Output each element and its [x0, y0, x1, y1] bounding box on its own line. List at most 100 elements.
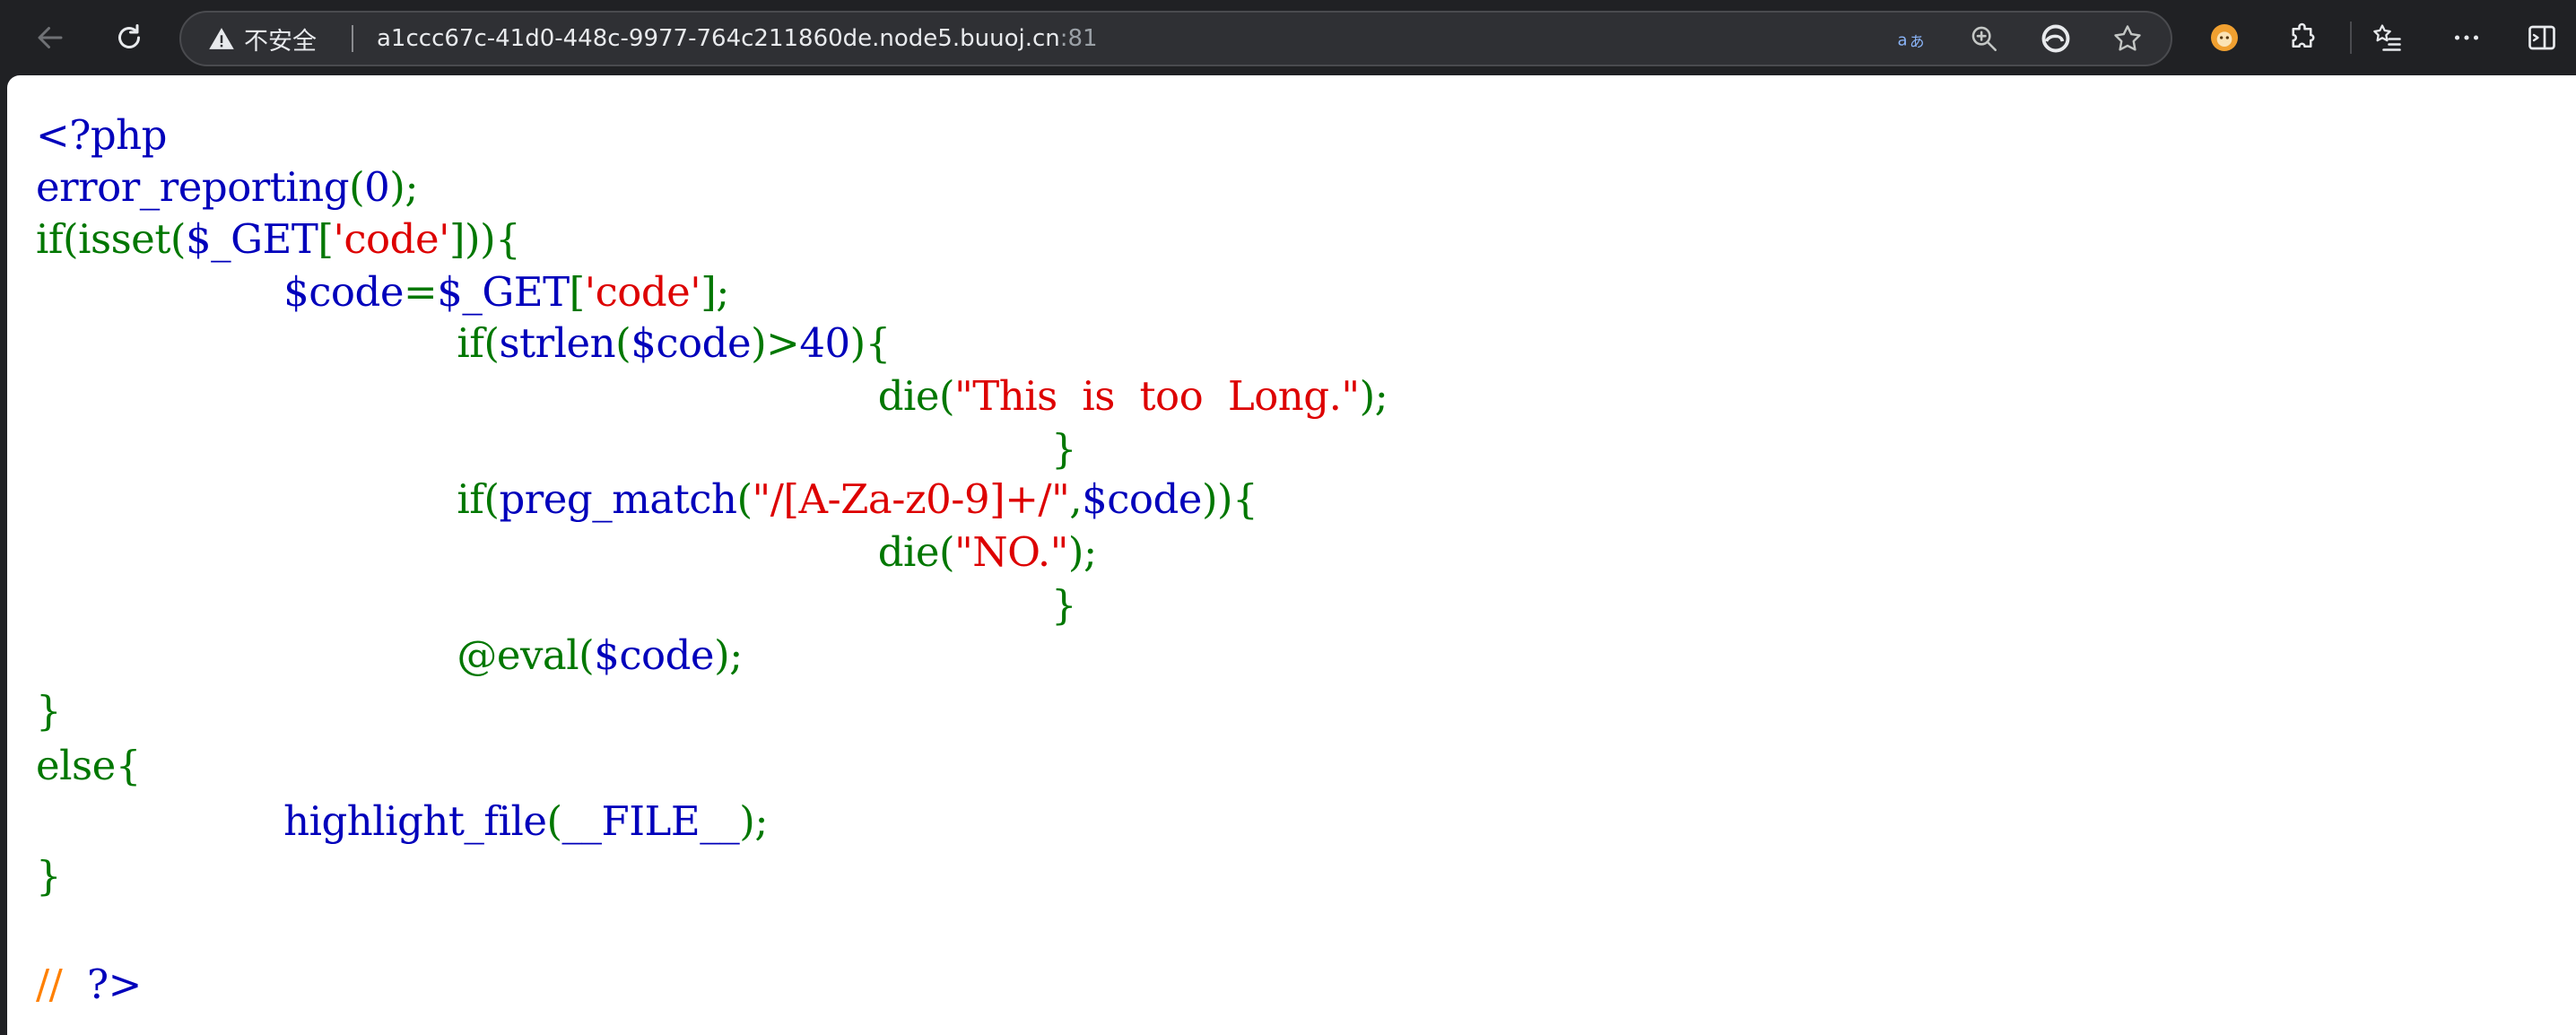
code-token-default: highlight_file	[283, 797, 547, 845]
code-token-keyword: if(isset(	[36, 215, 186, 263]
address-bar[interactable]: 不安全 a1ccc67c-41d0-448c-9977-764c211860de…	[179, 11, 2172, 66]
code-token-keyword: );	[389, 163, 418, 211]
code-token-comment: //	[36, 961, 87, 1008]
reload-icon	[118, 24, 140, 48]
code-token-default: $code	[594, 631, 715, 679]
code-line: if(strlen($code)>40){	[36, 317, 891, 370]
page-content: <?php error_reporting(0); if(isset($_GET['…	[7, 75, 2576, 1035]
code-token-default: 40	[799, 319, 850, 367]
sidebar-toggle-icon	[2528, 25, 2555, 50]
code-token-keyword: );	[1359, 372, 1388, 420]
extension-avatar-icon	[2211, 24, 2238, 51]
code-token-keyword: if(	[457, 319, 500, 367]
code-token-keyword: (	[546, 797, 562, 845]
puzzle-extensions-icon	[2292, 22, 2315, 48]
code-token-keyword: );	[1067, 528, 1097, 576]
code-line: }	[36, 685, 62, 737]
code-line: }	[36, 579, 1077, 631]
back-button[interactable]	[25, 13, 75, 63]
security-indicator[interactable]: 不安全	[208, 13, 317, 65]
warning-triangle-icon	[209, 28, 234, 49]
sidebar-toggle-button[interactable]	[2517, 13, 2567, 63]
code-token-keyword: ){	[849, 319, 892, 367]
code-token-default: $code	[283, 268, 404, 316]
code-token-keyword: ];	[701, 268, 729, 316]
edge-button[interactable]	[2038, 21, 2074, 57]
code-line: if(preg_match("/[A-Za-z0-9]+/",$code)){	[36, 474, 1258, 526]
code-token-default: 0	[364, 163, 390, 211]
code-token-default: $code	[631, 319, 752, 367]
edge-logo-icon	[2041, 24, 2070, 53]
code-token-keyword: ])){	[448, 215, 521, 263]
code-token-default: preg_match	[499, 475, 737, 523]
code-token-keyword: (	[736, 475, 753, 523]
code-token-string: "NO."	[954, 528, 1068, 576]
favorites-list-icon	[2373, 24, 2401, 51]
extension-avatar-button[interactable]	[2199, 13, 2250, 63]
code-token-keyword: else{	[36, 742, 141, 789]
url-text[interactable]: a1ccc67c-41d0-448c-9977-764c211860de.nod…	[377, 13, 1098, 65]
favorites-button[interactable]	[2363, 13, 2413, 63]
code-token-keyword: );	[739, 797, 768, 845]
url-host: a1ccc67c-41d0-448c-9977-764c211860de.nod…	[377, 25, 1060, 52]
code-token-keyword: )){	[1201, 475, 1258, 523]
address-divider	[352, 25, 353, 52]
code-token-keyword: }	[36, 852, 62, 900]
code-token-keyword: if(	[457, 475, 500, 523]
favorite-button[interactable]	[2110, 21, 2145, 57]
more-dots-icon	[2454, 35, 2479, 40]
code-token-keyword: )>	[751, 319, 800, 367]
zoom-icon	[1971, 26, 1997, 52]
code-token-string: "This is too Long."	[954, 372, 1360, 420]
code-token-default: <?php	[36, 111, 167, 159]
code-token-keyword: );	[714, 631, 743, 679]
code-token-default: $_GET	[185, 215, 318, 263]
code-token-default: ?>	[86, 961, 142, 1008]
code-line: if(isset($_GET['code'])){	[36, 213, 521, 265]
code-token-default: __FILE__	[561, 797, 740, 845]
code-line: }	[36, 850, 62, 902]
toolbar-separator	[2350, 22, 2352, 54]
svg-text:a: a	[1898, 31, 1908, 50]
code-line: else{	[36, 740, 141, 792]
code-token-string: "/[A-Za-z0-9]+/"	[752, 475, 1070, 523]
code-line: }	[36, 423, 1077, 475]
url-port: :81	[1059, 25, 1098, 52]
code-token-default: $_GET	[437, 268, 570, 316]
code-token-default: $code	[1082, 475, 1202, 523]
code-line: <?php	[36, 109, 167, 161]
code-line: // ?>	[36, 959, 142, 1011]
code-line: die("This is too Long.");	[36, 370, 1388, 422]
zoom-button[interactable]	[1966, 21, 2002, 57]
code-token-keyword: @eval(	[457, 631, 595, 679]
code-line: $code=$_GET['code'];	[36, 266, 729, 318]
code-token-default: strlen	[499, 319, 616, 367]
code-line: error_reporting(0);	[36, 161, 418, 213]
code-token-keyword: [	[569, 268, 586, 316]
read-aloud-button[interactable]: aあ	[1894, 21, 1930, 57]
svg-text:あ: あ	[1910, 33, 1925, 50]
reload-button[interactable]	[104, 13, 154, 63]
code-token-keyword: (	[615, 319, 631, 367]
code-line: highlight_file(__FILE__);	[36, 796, 768, 848]
read-aloud-icon: aあ	[1898, 31, 1925, 51]
code-token-keyword: ,	[1069, 475, 1083, 523]
code-token-keyword: (	[349, 163, 365, 211]
code-token-string: 'code'	[333, 215, 449, 263]
code-token-keyword: die(	[877, 528, 955, 576]
code-line: die("NO.");	[36, 526, 1097, 578]
more-options-button[interactable]	[2441, 13, 2492, 63]
code-token-keyword: }	[1050, 425, 1077, 473]
code-token-keyword: [	[318, 215, 334, 263]
favorite-star-icon	[2114, 25, 2141, 51]
browser-toolbar: 不安全 a1ccc67c-41d0-448c-9977-764c211860de…	[0, 0, 2576, 75]
security-label: 不安全	[244, 27, 317, 56]
code-token-keyword: die(	[877, 372, 955, 420]
back-arrow-icon	[38, 27, 63, 48]
code-token-default: error_reporting	[36, 163, 350, 211]
code-token-keyword: }	[36, 687, 62, 735]
extensions-button[interactable]	[2278, 13, 2328, 63]
code-token-string: 'code'	[584, 268, 701, 316]
code-token-keyword: }	[1050, 581, 1077, 629]
code-token-keyword: =	[403, 268, 438, 316]
